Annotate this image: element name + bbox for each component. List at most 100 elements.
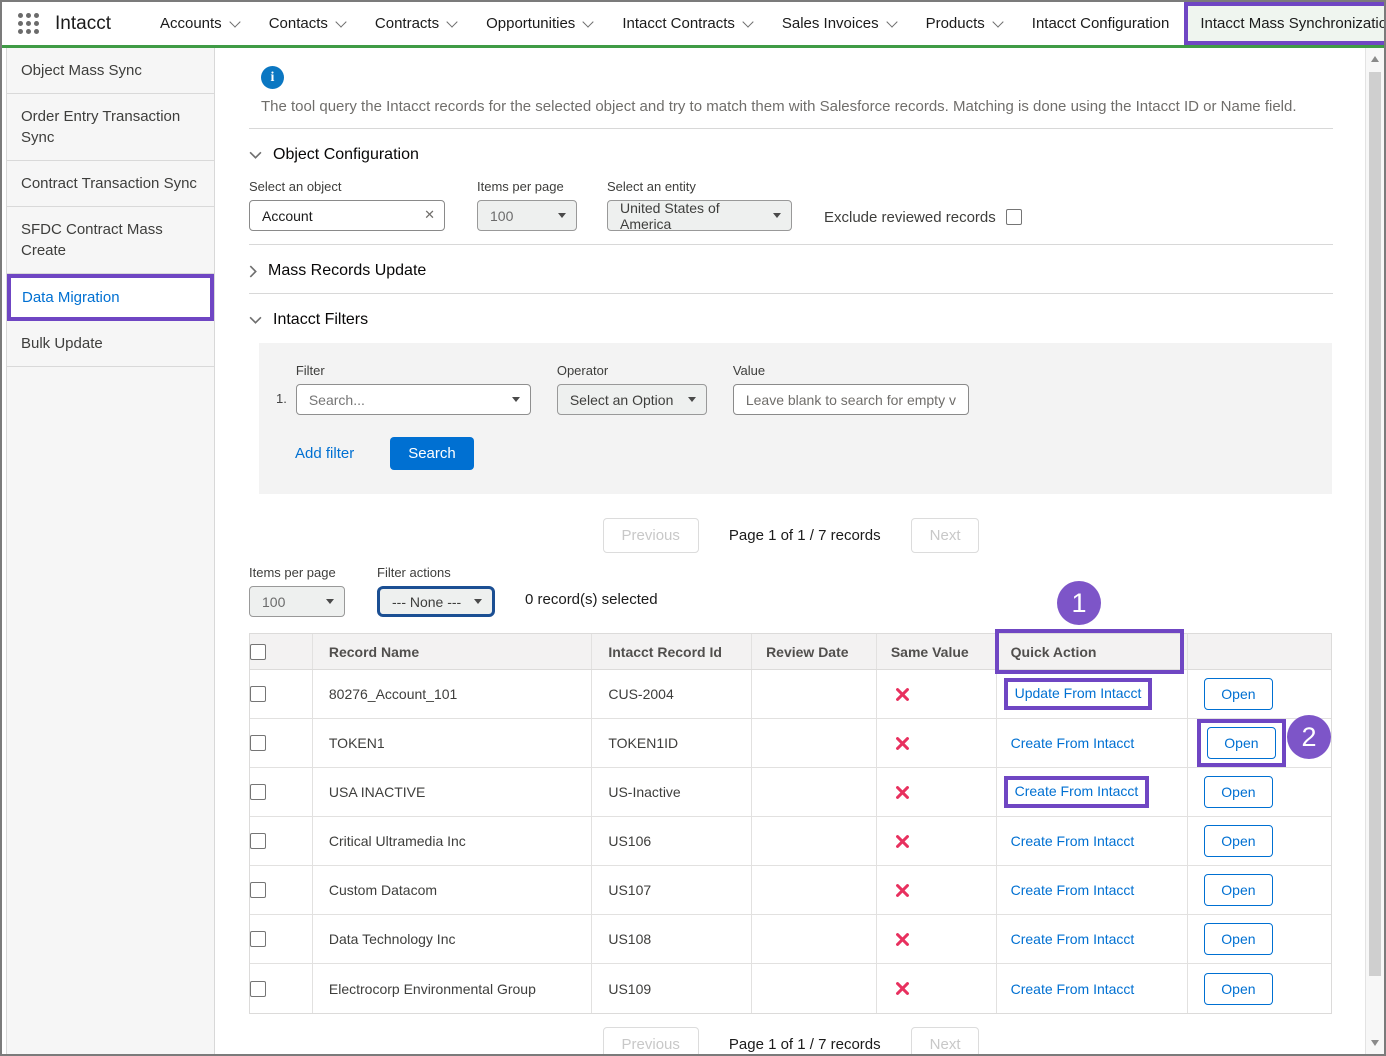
quick-action-link[interactable]: Create From Intacct	[1011, 833, 1135, 849]
row-checkbox[interactable]	[250, 735, 266, 751]
row-checkbox[interactable]	[250, 833, 266, 849]
header-same-value[interactable]: Same Value	[877, 634, 997, 669]
sidebar-item-bulk-update[interactable]: Bulk Update	[7, 321, 214, 367]
record-name: Custom Datacom	[313, 866, 592, 914]
chevron-down-icon[interactable]	[446, 16, 457, 27]
tab-sales-invoices[interactable]: Sales Invoices	[767, 2, 911, 45]
exclude-reviewed-checkbox[interactable]	[1006, 209, 1022, 225]
x-mark-icon	[894, 686, 911, 703]
section-intacct-filters[interactable]: Intacct Filters	[249, 311, 1333, 329]
table-row: 80276_Account_101 CUS-2004 Update From I…	[250, 670, 1331, 719]
x-mark-icon	[894, 931, 911, 948]
open-button[interactable]: Open	[1207, 727, 1275, 759]
filter-field-select[interactable]	[296, 384, 531, 415]
review-date	[752, 915, 877, 963]
filter-actions-select[interactable]: --- None ---	[377, 586, 495, 617]
tab-opportunities[interactable]: Opportunities	[471, 2, 607, 45]
sidebar: Object Mass Sync Order Entry Transaction…	[6, 48, 215, 1054]
row-checkbox[interactable]	[250, 784, 266, 800]
open-button[interactable]: Open	[1204, 874, 1272, 906]
pagination-top: Previous Page 1 of 1 / 7 records Next	[249, 518, 1333, 553]
clear-icon[interactable]: ✕	[424, 207, 435, 223]
chevron-right-icon	[249, 265, 257, 278]
add-filter-link[interactable]: Add filter	[295, 445, 354, 462]
next-button[interactable]: Next	[911, 518, 980, 553]
value-label: Value	[733, 363, 969, 378]
filter-value-input[interactable]	[733, 384, 969, 415]
table-row: Critical Ultramedia Inc US106 Create Fro…	[250, 817, 1331, 866]
chevron-down-icon[interactable]	[742, 16, 753, 27]
vertical-scrollbar[interactable]	[1365, 48, 1384, 1054]
x-mark-icon	[894, 784, 911, 801]
scroll-down-arrow[interactable]	[1366, 1034, 1384, 1052]
row-checkbox[interactable]	[250, 686, 266, 702]
header-intacct-record-id[interactable]: Intacct Record Id	[592, 634, 752, 669]
app-launcher-icon[interactable]	[18, 13, 39, 34]
quick-action-link[interactable]: Update From Intacct	[1015, 685, 1142, 701]
record-name: Electrocorp Environmental Group	[313, 964, 592, 1013]
tab-products[interactable]: Products	[911, 2, 1017, 45]
sidebar-item-order-entry-transaction-sync[interactable]: Order Entry Transaction Sync	[7, 94, 214, 161]
dropdown-arrow-icon	[773, 213, 781, 218]
header-record-name[interactable]: Record Name	[313, 634, 592, 669]
select-object-input[interactable]	[249, 200, 445, 231]
previous-button[interactable]: Previous	[603, 518, 699, 553]
sidebar-item-data-migration[interactable]: Data Migration	[7, 274, 214, 321]
sidebar-item-contract-transaction-sync[interactable]: Contract Transaction Sync	[7, 161, 214, 207]
items-per-page-label: Items per page	[477, 179, 577, 194]
exclude-reviewed-label: Exclude reviewed records	[824, 209, 996, 226]
row-checkbox[interactable]	[250, 882, 266, 898]
app-name: Intacct	[55, 13, 111, 35]
info-banner-text: The tool query the Intacct records for t…	[261, 98, 1333, 115]
row-checkbox[interactable]	[250, 931, 266, 947]
open-button[interactable]: Open	[1204, 923, 1272, 955]
intacct-filters-panel: 1. Filter Operator Select an Option	[259, 343, 1332, 494]
tab-intacct-configuration[interactable]: Intacct Configuration	[1017, 2, 1185, 45]
list-controls: Items per page 100 Filter actions --- No…	[249, 565, 1333, 617]
search-button[interactable]: Search	[390, 437, 474, 470]
chevron-down-icon[interactable]	[335, 16, 346, 27]
chevron-down-icon	[249, 316, 262, 324]
filter-row-number: 1.	[276, 391, 287, 406]
open-button[interactable]: Open	[1204, 825, 1272, 857]
scrollbar-thumb[interactable]	[1369, 72, 1381, 976]
open-button[interactable]: Open	[1204, 973, 1272, 1005]
select-entity-select[interactable]: United States of America	[607, 200, 792, 231]
chevron-down-icon[interactable]	[229, 16, 240, 27]
table-row: Data Technology Inc US108 Create From In…	[250, 915, 1331, 964]
tab-contacts[interactable]: Contacts	[254, 2, 360, 45]
filter-search-input[interactable]	[309, 392, 504, 408]
section-mass-records-update[interactable]: Mass Records Update	[249, 262, 1333, 280]
section-object-configuration[interactable]: Object Configuration	[249, 146, 1333, 164]
items-per-page-select[interactable]: 100	[477, 200, 577, 231]
header-quick-action[interactable]: Quick Action	[997, 634, 1189, 669]
quick-action-link[interactable]: Create From Intacct	[1011, 735, 1135, 751]
open-button[interactable]: Open	[1204, 776, 1272, 808]
chevron-down-icon[interactable]	[583, 16, 594, 27]
operator-select[interactable]: Select an Option	[557, 384, 707, 415]
sidebar-item-object-mass-sync[interactable]: Object Mass Sync	[7, 48, 214, 94]
quick-action-link[interactable]: Create From Intacct	[1011, 882, 1135, 898]
tab-accounts[interactable]: Accounts	[145, 2, 254, 45]
tab-intacct-contracts[interactable]: Intacct Contracts	[607, 2, 767, 45]
quick-action-link[interactable]: Create From Intacct	[1011, 981, 1135, 997]
scroll-up-arrow[interactable]	[1366, 50, 1384, 68]
next-button[interactable]: Next	[911, 1027, 980, 1054]
tab-intacct-mass-synchronization[interactable]: Intacct Mass Synchronization	[1184, 2, 1386, 45]
dropdown-arrow-icon	[688, 397, 696, 402]
quick-action-link[interactable]: Create From Intacct	[1011, 931, 1135, 947]
quick-action-link[interactable]: Create From Intacct	[1015, 783, 1139, 799]
chevron-down-icon[interactable]	[992, 16, 1003, 27]
row-checkbox[interactable]	[250, 981, 266, 997]
header-review-date[interactable]: Review Date	[752, 634, 877, 669]
annotation-step-2-badge: 2	[1287, 715, 1331, 759]
intacct-record-id: US109	[592, 964, 752, 1013]
tab-contracts[interactable]: Contracts	[360, 2, 471, 45]
list-items-per-page-select[interactable]: 100	[249, 586, 345, 617]
previous-button[interactable]: Previous	[603, 1027, 699, 1054]
sidebar-item-sfdc-contract-mass-create[interactable]: SFDC Contract Mass Create	[7, 207, 214, 274]
select-all-checkbox[interactable]	[250, 644, 266, 660]
chevron-down-icon[interactable]	[886, 16, 897, 27]
review-date	[752, 817, 877, 865]
open-button[interactable]: Open	[1204, 678, 1272, 710]
